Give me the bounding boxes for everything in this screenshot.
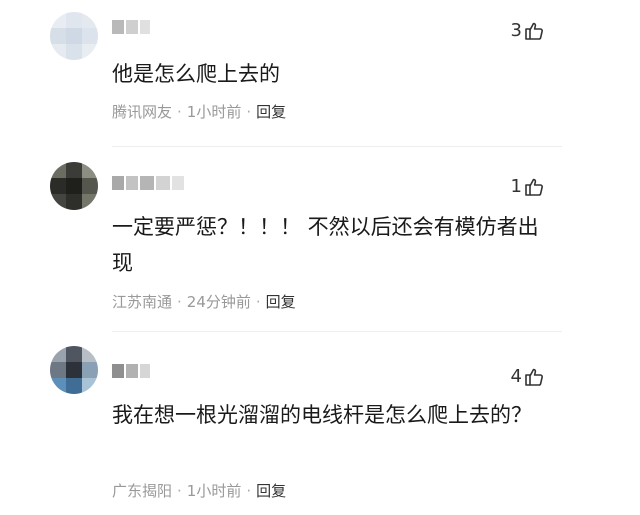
divider (112, 146, 562, 147)
comment-time: 1小时前 (186, 103, 242, 121)
avatar[interactable] (50, 12, 98, 60)
username-blurred[interactable] (112, 364, 150, 378)
divider (112, 331, 562, 332)
separator-dot: · (177, 292, 182, 311)
separator-dot: · (246, 481, 252, 500)
comment-meta: 广东揭阳 · 1小时前 · 回复 (112, 480, 286, 501)
comment-text: 我在想一根光溜溜的电线杆是怎么爬上去的？ (112, 403, 532, 427)
separator-dot: · (246, 102, 252, 121)
like-button[interactable]: 3 (511, 20, 544, 41)
like-count: 1 (510, 176, 522, 197)
separator-dot: · (177, 102, 182, 121)
comment-text: 一定要严惩？！！！ 不然以后还会有模仿者出现 (112, 215, 539, 275)
comment-time: 24分钟前 (186, 293, 251, 311)
thumbs-up-icon (524, 367, 544, 387)
username-blurred[interactable] (112, 176, 184, 190)
comment-text: 他是怎么爬上去的 (112, 62, 280, 86)
username-blurred[interactable] (112, 20, 150, 34)
comment-location: 腾讯网友 (112, 103, 173, 121)
like-count: 3 (510, 20, 522, 41)
comment-meta: 腾讯网友 · 1小时前 · 回复 (112, 101, 286, 122)
like-button[interactable]: 4 (511, 366, 544, 387)
thumbs-up-icon (524, 177, 544, 197)
separator-dot: · (177, 481, 182, 500)
separator-dot: · (255, 292, 261, 311)
reply-button[interactable]: 回复 (256, 480, 286, 501)
comment-location: 江苏南通 (112, 293, 173, 311)
like-button[interactable]: 1 (511, 176, 544, 197)
comment-time: 1小时前 (186, 482, 242, 500)
avatar[interactable] (50, 346, 98, 394)
avatar[interactable] (50, 162, 98, 210)
comment-meta: 江苏南通 · 24分钟前 · 回复 (112, 291, 296, 312)
reply-button[interactable]: 回复 (266, 291, 296, 312)
comment-location: 广东揭阳 (112, 482, 173, 500)
like-count: 4 (510, 366, 522, 387)
thumbs-up-icon (524, 21, 544, 41)
reply-button[interactable]: 回复 (256, 101, 286, 122)
